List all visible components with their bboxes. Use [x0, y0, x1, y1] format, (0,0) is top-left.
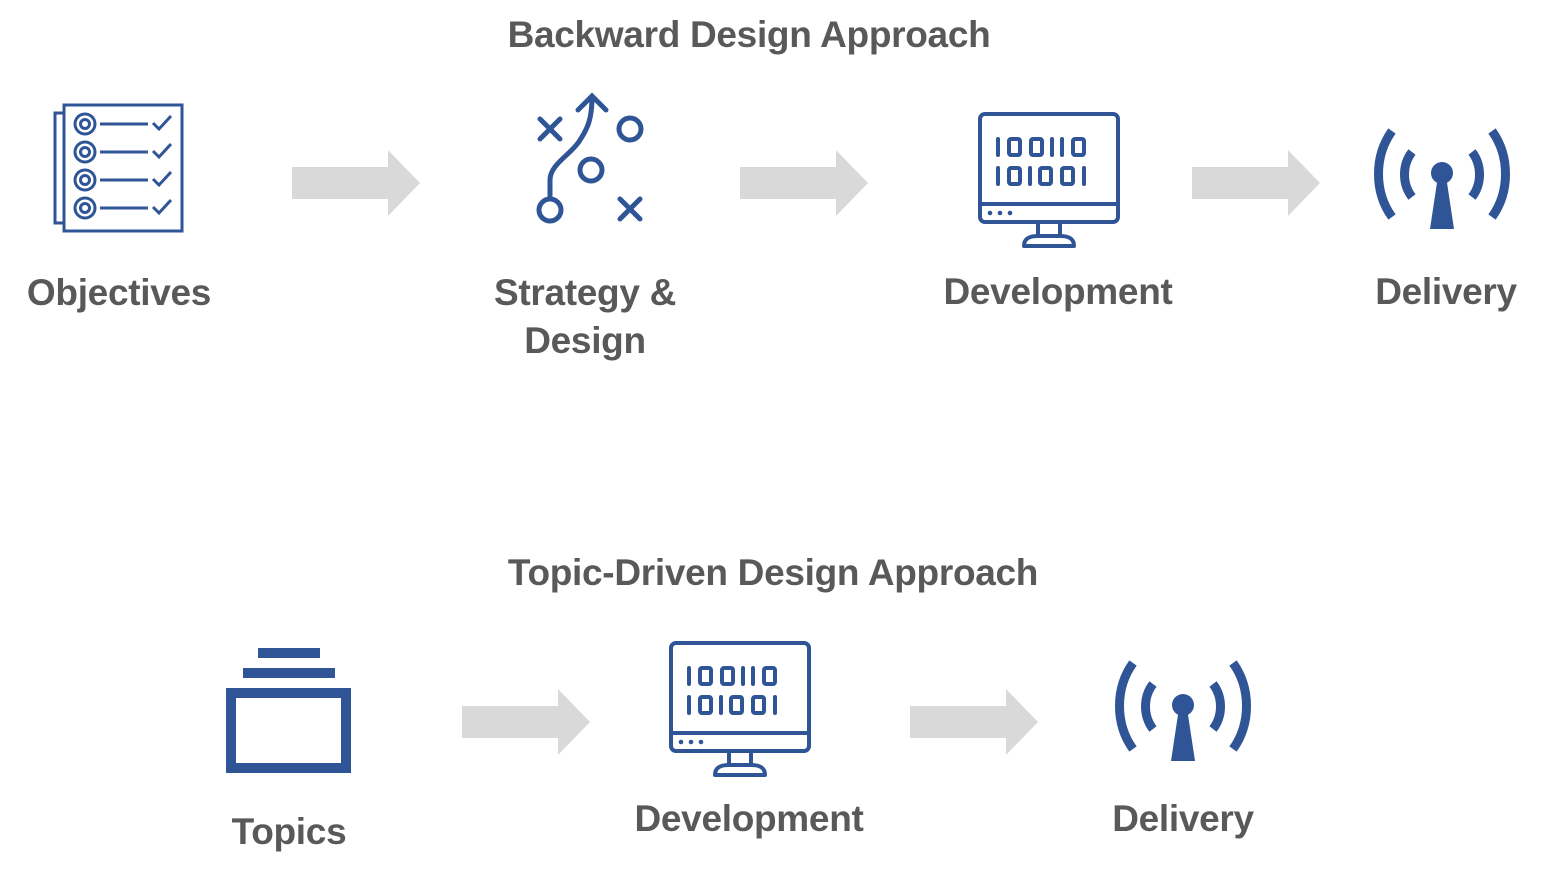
step-label-development: Development — [943, 271, 1173, 312]
broadcast-antenna-icon — [1372, 128, 1512, 230]
stacked-folder-icon — [226, 648, 352, 774]
flow-arrow — [292, 150, 420, 216]
step-label-strategy-design: Strategy & Design — [494, 269, 676, 365]
flow-arrow — [462, 689, 590, 755]
binary-monitor-icon — [669, 641, 811, 779]
step-label-objectives: Objectives — [26, 272, 212, 313]
flow-arrow — [740, 150, 868, 216]
flow-arrow — [1192, 150, 1320, 216]
strategy-play-icon — [532, 92, 648, 228]
step-label-delivery: Delivery — [1375, 271, 1517, 312]
backward-design-title: Backward Design Approach — [507, 14, 991, 55]
label-line-2: Design — [524, 320, 646, 361]
step-label-development: Development — [634, 798, 864, 839]
topic-driven-design-title: Topic-Driven Design Approach — [507, 552, 1039, 593]
label-line-1: Strategy & — [493, 272, 677, 313]
flow-arrow — [910, 689, 1038, 755]
binary-monitor-icon — [978, 112, 1120, 250]
checklist-icon — [52, 103, 184, 233]
step-label-delivery: Delivery — [1112, 798, 1254, 839]
step-label-topics: Topics — [231, 811, 347, 852]
broadcast-antenna-icon — [1113, 660, 1253, 762]
